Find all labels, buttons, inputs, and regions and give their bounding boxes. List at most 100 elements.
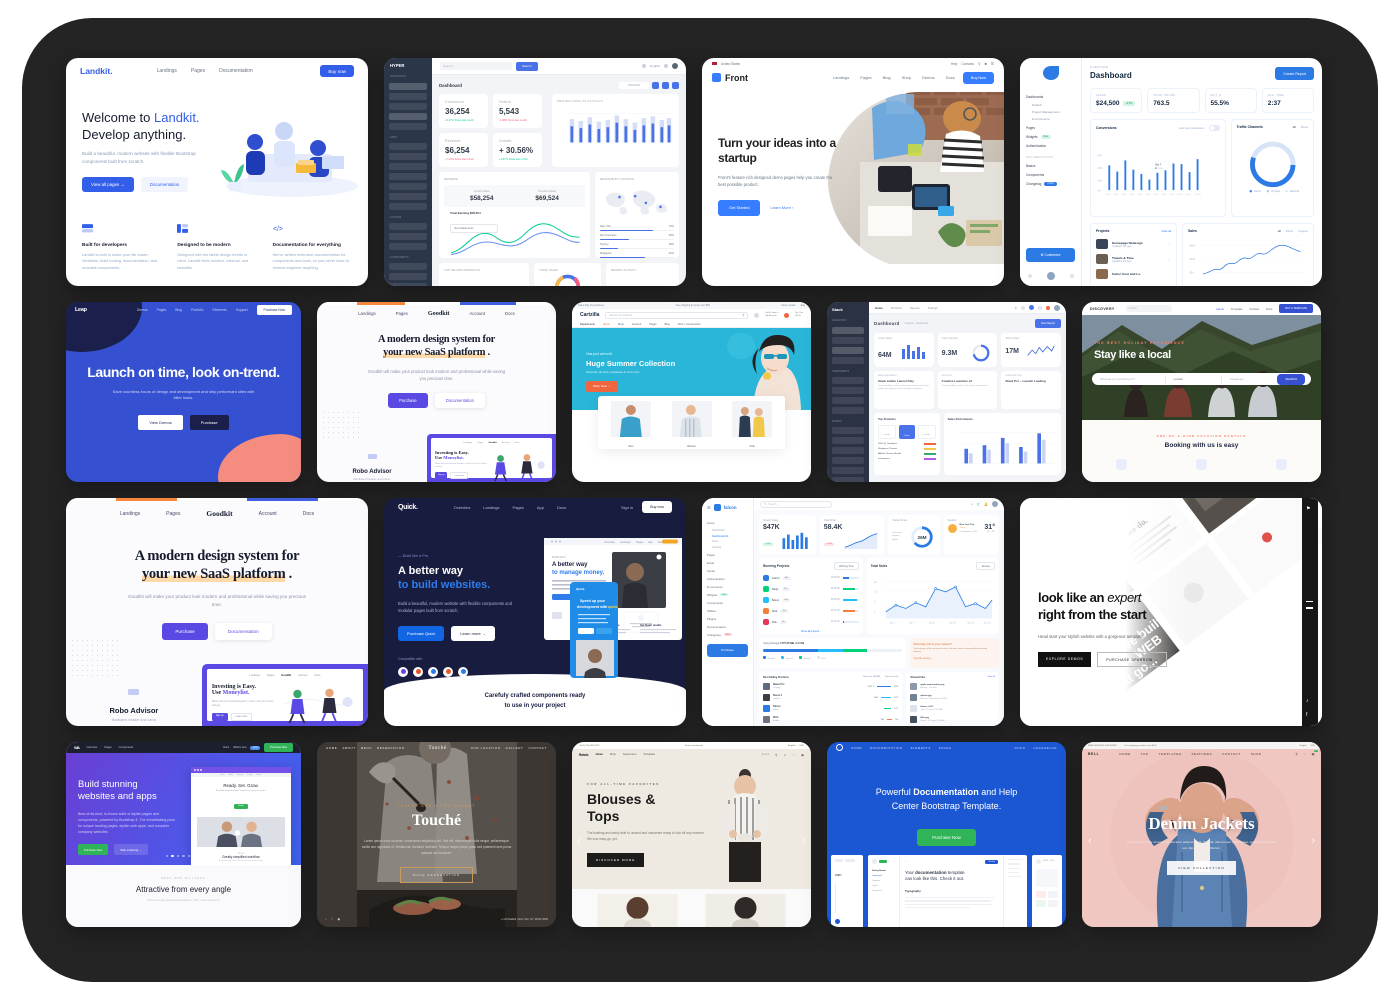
facebook-icon[interactable]: f (1306, 712, 1307, 718)
documentation-button[interactable]: Documentation (214, 622, 272, 640)
sidebar-item[interactable] (389, 223, 427, 230)
nav-link-shop[interactable]: Shop (902, 75, 911, 80)
search-icon[interactable]: ⚲ (1295, 752, 1298, 756)
nav-tab-reports[interactable]: Reports (910, 306, 920, 310)
whats-new-link[interactable]: What's new (233, 746, 246, 749)
twitter-icon[interactable]: ♪ (1306, 698, 1309, 704)
menu-docs[interactable]: Docs / Components (678, 323, 701, 326)
view-all-link[interactable]: View all (988, 676, 996, 679)
search-placeholder[interactable]: Search (762, 753, 770, 756)
purchase-sparrow-button[interactable]: PURCHASE SPARROW → (1097, 652, 1168, 668)
sidebar-item-widgets[interactable]: Widgets (1026, 135, 1038, 139)
landkit-buy-button[interactable]: Buy now (320, 65, 354, 77)
settings-icon[interactable] (642, 64, 647, 68)
nav-link-pages[interactable]: Pages (396, 311, 408, 316)
denim-brand[interactable]: BELL (1088, 752, 1099, 756)
sidebar-item[interactable] (832, 437, 864, 444)
cart-icon[interactable]: ▣ (801, 753, 804, 757)
nav-link-landings[interactable]: Landings (120, 511, 140, 517)
search-input[interactable]: ⚲ Search... (760, 500, 832, 508)
learn-more-button[interactable]: Learn more → (451, 625, 495, 641)
search-icon[interactable]: ⚲ (1015, 306, 1017, 310)
sidebar-item-default[interactable]: Default (1032, 103, 1075, 107)
docs-link[interactable]: Docs (223, 746, 229, 749)
sign-in-link[interactable]: Sign in (621, 505, 633, 510)
language-selector[interactable]: English (650, 64, 660, 68)
sidebar-item[interactable] (832, 387, 864, 394)
card-cartzilla[interactable]: Same-Day Free Delivery Free shipping for… (572, 302, 811, 482)
front-brand[interactable]: Front (725, 73, 748, 83)
project-row[interactable]: Travels & Time Updated 4hr ago ⋮ (1096, 254, 1171, 264)
menu-blog[interactable]: Blog (665, 323, 670, 326)
avatar[interactable] (1046, 272, 1055, 280)
sidebar-item[interactable] (832, 427, 864, 434)
card-dashkit[interactable]: Dashboards Default Project Management E-… (1020, 58, 1322, 286)
filter-button[interactable] (662, 82, 669, 89)
topbar-currency[interactable]: USD (799, 745, 804, 747)
bell-icon[interactable] (1021, 305, 1025, 310)
account-icon[interactable]: ☺ (783, 753, 786, 757)
sidebar-item-changelog[interactable]: Changelog (707, 633, 721, 637)
product-thumb[interactable] (694, 894, 797, 927)
nav-link-portfolio[interactable]: Portfolio (191, 308, 203, 312)
comparison-toggle[interactable] (1208, 125, 1220, 131)
search-category-field[interactable]: Categories (1226, 377, 1273, 381)
project-row[interactable]: Homepage Redesign Updated 4hr ago ⋮ (1096, 239, 1171, 249)
nav-tab-settings[interactable]: Settings (928, 306, 938, 310)
mockup-sidebar-item[interactable]: Components (872, 890, 895, 892)
nav-link-contact[interactable]: Contact (1249, 307, 1259, 311)
nav-link-documentation[interactable]: Documentation (219, 68, 253, 74)
nav-link-home[interactable]: HOME (1119, 752, 1130, 756)
more-icon[interactable]: ⋮ (1167, 257, 1171, 262)
upgrade-link[interactable]: Upgrade storage › (914, 658, 995, 660)
purchase-button[interactable]: Purchase (707, 643, 748, 657)
nav-link-blog[interactable]: Blog (175, 308, 182, 312)
nav-link-landings[interactable]: Landings (157, 68, 177, 74)
topbar-store-locator[interactable]: Store Locator (781, 304, 795, 307)
docs-purchase-button[interactable]: Purchase Now (917, 828, 976, 846)
nav-link-documentation[interactable]: DOCUMENTATION (870, 746, 903, 750)
topbar-language[interactable]: English (1300, 745, 1307, 747)
cart-icon[interactable]: 🛒 (977, 502, 981, 506)
sidebar-item[interactable] (389, 163, 427, 170)
sidebar-item[interactable] (389, 183, 427, 190)
sidebar-item[interactable] (832, 357, 864, 364)
account-icon[interactable] (754, 312, 760, 318)
topbar-language[interactable]: English (788, 745, 795, 747)
nav-link-blog[interactable]: Blog (883, 75, 891, 80)
nav-link-components[interactable]: Components (119, 746, 134, 749)
card-touche[interactable]: HOME ABOUT MENU RESERVATION Touché OUR L… (317, 742, 556, 927)
avatar[interactable] (1054, 304, 1060, 311)
carousel-prev-icon[interactable]: ‹ (1088, 835, 1092, 847)
stay-brand[interactable]: DISCOVERY (1090, 307, 1115, 311)
nav-link-support[interactable]: Support (236, 308, 248, 312)
nav-link-overview[interactable]: Overview (86, 746, 97, 749)
sidebar-item[interactable] (832, 377, 864, 384)
sidebar-item[interactable] (832, 347, 864, 354)
front-buy-button[interactable]: Buy Now (962, 71, 994, 84)
card-blouses[interactable]: +001 (732) 803-0157 Peace and beauty Eng… (572, 742, 811, 927)
search-icon[interactable]: ⚲ (775, 753, 777, 757)
sidebar-item-plugins[interactable]: Plugins (707, 617, 748, 621)
bell-icon[interactable] (1069, 274, 1074, 278)
sidebar-item[interactable] (389, 273, 427, 280)
sidebar-item-ecommerce[interactable]: E commerce (707, 585, 748, 589)
sidebar-item-components[interactable]: Components (707, 601, 748, 605)
topbar-language[interactable]: Eng (801, 304, 805, 307)
mockup-sidebar-item[interactable]: Components (872, 875, 895, 877)
cart-icon[interactable]: ■ (985, 62, 987, 66)
card-webapps[interactable]: WA Overview Pages Components Docs What's… (66, 742, 301, 927)
discover-more-button[interactable]: DISCOVER MORE (587, 852, 645, 867)
changelog-link[interactable]: CHANGELOG (1033, 746, 1057, 750)
purchase-button[interactable]: Purchase (388, 392, 428, 408)
sidebar-item[interactable] (389, 243, 427, 250)
front-learn-more-link[interactable]: Learn More › (770, 205, 793, 210)
cart-icon[interactable]: ▣ 0 (1312, 750, 1318, 756)
card-stack-dashboard[interactable]: Stack NAVIGATION COMPONENTS EXTRAS Home … (827, 302, 1066, 482)
sidebar-item-utilities[interactable]: Utilities (707, 609, 748, 613)
sidebar-item[interactable] (832, 397, 864, 404)
sidebar-item-changelog[interactable]: Changelog (1026, 182, 1041, 186)
sidebar-item-project-management[interactable]: Project Management (1032, 110, 1075, 114)
documentation-button[interactable]: Documentation (434, 392, 485, 408)
working-time-filter[interactable]: Working Time (834, 562, 859, 570)
